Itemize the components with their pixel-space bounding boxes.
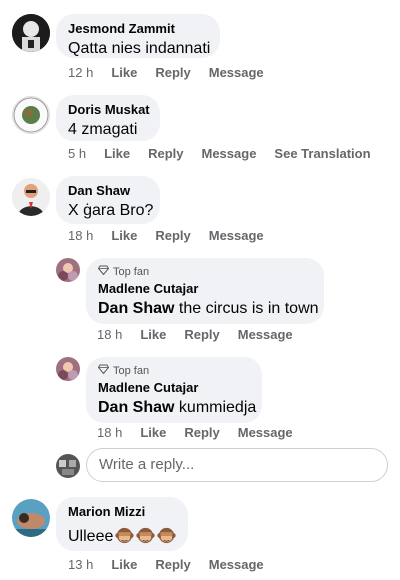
- avatar-dan-shaw[interactable]: [12, 178, 50, 216]
- reply-button[interactable]: Reply: [148, 146, 183, 161]
- avatar-madlene-cutajar[interactable]: [56, 258, 80, 282]
- comment-actions: 18 h Like Reply Message: [68, 228, 282, 243]
- comment-actions: 13 h Like Reply Message: [68, 557, 282, 572]
- avatar-jesmond-zammit[interactable]: [12, 14, 50, 52]
- top-fan-badge: Top fan: [97, 265, 312, 279]
- reply-actions: 18 h Like Reply Message: [97, 327, 311, 342]
- like-button[interactable]: Like: [140, 425, 166, 440]
- reply-input[interactable]: Write a reply...: [86, 448, 388, 482]
- reply-button[interactable]: Reply: [184, 425, 219, 440]
- diamond-icon: [97, 265, 110, 279]
- current-user-avatar: [56, 454, 80, 478]
- comment-actions: 5 h Like Reply Message See Translation: [68, 146, 389, 161]
- avatar-doris-muskat[interactable]: [12, 96, 50, 134]
- message-button[interactable]: Message: [238, 425, 293, 440]
- like-button[interactable]: Like: [111, 557, 137, 572]
- reply-text: Dan Shaw kummiedja: [98, 399, 257, 416]
- comment-time[interactable]: 18 h: [68, 228, 93, 243]
- monkey-emoji-icon: [157, 526, 176, 551]
- comment-text: 4 zmagati: [68, 121, 138, 138]
- reply-bubble: Top fan Madlene Cutajar Dan Shaw kummied…: [86, 357, 262, 423]
- avatar-marion-mizzi[interactable]: [12, 499, 50, 537]
- monkey-emoji-row: [113, 527, 176, 545]
- reply-bubble: Top fan Madlene Cutajar Dan Shaw the cir…: [86, 258, 324, 324]
- reply-button[interactable]: Reply: [155, 228, 190, 243]
- like-button[interactable]: Like: [111, 228, 137, 243]
- comment-time[interactable]: 5 h: [68, 146, 86, 161]
- reply-button[interactable]: Reply: [155, 557, 190, 572]
- monkey-emoji-icon: [115, 526, 134, 551]
- like-button[interactable]: Like: [140, 327, 166, 342]
- comment-text: Ulleee: [68, 526, 176, 551]
- monkey-emoji-icon: [136, 526, 155, 551]
- reply-text: Dan Shaw the circus is in town: [98, 300, 319, 317]
- see-translation-button[interactable]: See Translation: [274, 146, 370, 161]
- comment-bubble: Dan Shaw X ġara Bro?: [56, 176, 160, 224]
- comment-time[interactable]: 13 h: [68, 557, 93, 572]
- like-button[interactable]: Like: [104, 146, 130, 161]
- top-fan-badge: Top fan: [97, 364, 250, 378]
- comment-author[interactable]: Doris Muskat: [68, 102, 150, 118]
- reply-button[interactable]: Reply: [155, 65, 190, 80]
- comment-time[interactable]: 12 h: [68, 65, 93, 80]
- reply-button[interactable]: Reply: [184, 327, 219, 342]
- reply-author[interactable]: Madlene Cutajar: [98, 281, 312, 297]
- diamond-icon: [97, 364, 110, 378]
- comment-bubble: Doris Muskat 4 zmagati: [56, 95, 160, 141]
- mention-link[interactable]: Dan Shaw: [98, 300, 174, 317]
- message-button[interactable]: Message: [209, 557, 264, 572]
- comment-text: X ġara Bro?: [68, 202, 154, 219]
- comment-author[interactable]: Dan Shaw: [68, 183, 148, 199]
- comment-author[interactable]: Jesmond Zammit: [68, 21, 208, 37]
- comment-bubble: Marion Mizzi Ulleee: [56, 497, 188, 551]
- like-button[interactable]: Like: [111, 65, 137, 80]
- message-button[interactable]: Message: [238, 327, 293, 342]
- avatar-madlene-cutajar[interactable]: [56, 357, 80, 381]
- comment-bubble: Jesmond Zammit Qatta nies indannati: [56, 14, 220, 58]
- reply-actions: 18 h Like Reply Message: [97, 425, 311, 440]
- message-button[interactable]: Message: [209, 65, 264, 80]
- reply-author[interactable]: Madlene Cutajar: [98, 380, 250, 396]
- comment-author[interactable]: Marion Mizzi: [68, 504, 176, 520]
- reply-time[interactable]: 18 h: [97, 425, 122, 440]
- comment-actions: 12 h Like Reply Message: [68, 65, 282, 80]
- mention-link[interactable]: Dan Shaw: [98, 399, 174, 416]
- message-button[interactable]: Message: [209, 228, 264, 243]
- comment-text: Qatta nies indannati: [68, 40, 211, 57]
- message-button[interactable]: Message: [202, 146, 257, 161]
- reply-time[interactable]: 18 h: [97, 327, 122, 342]
